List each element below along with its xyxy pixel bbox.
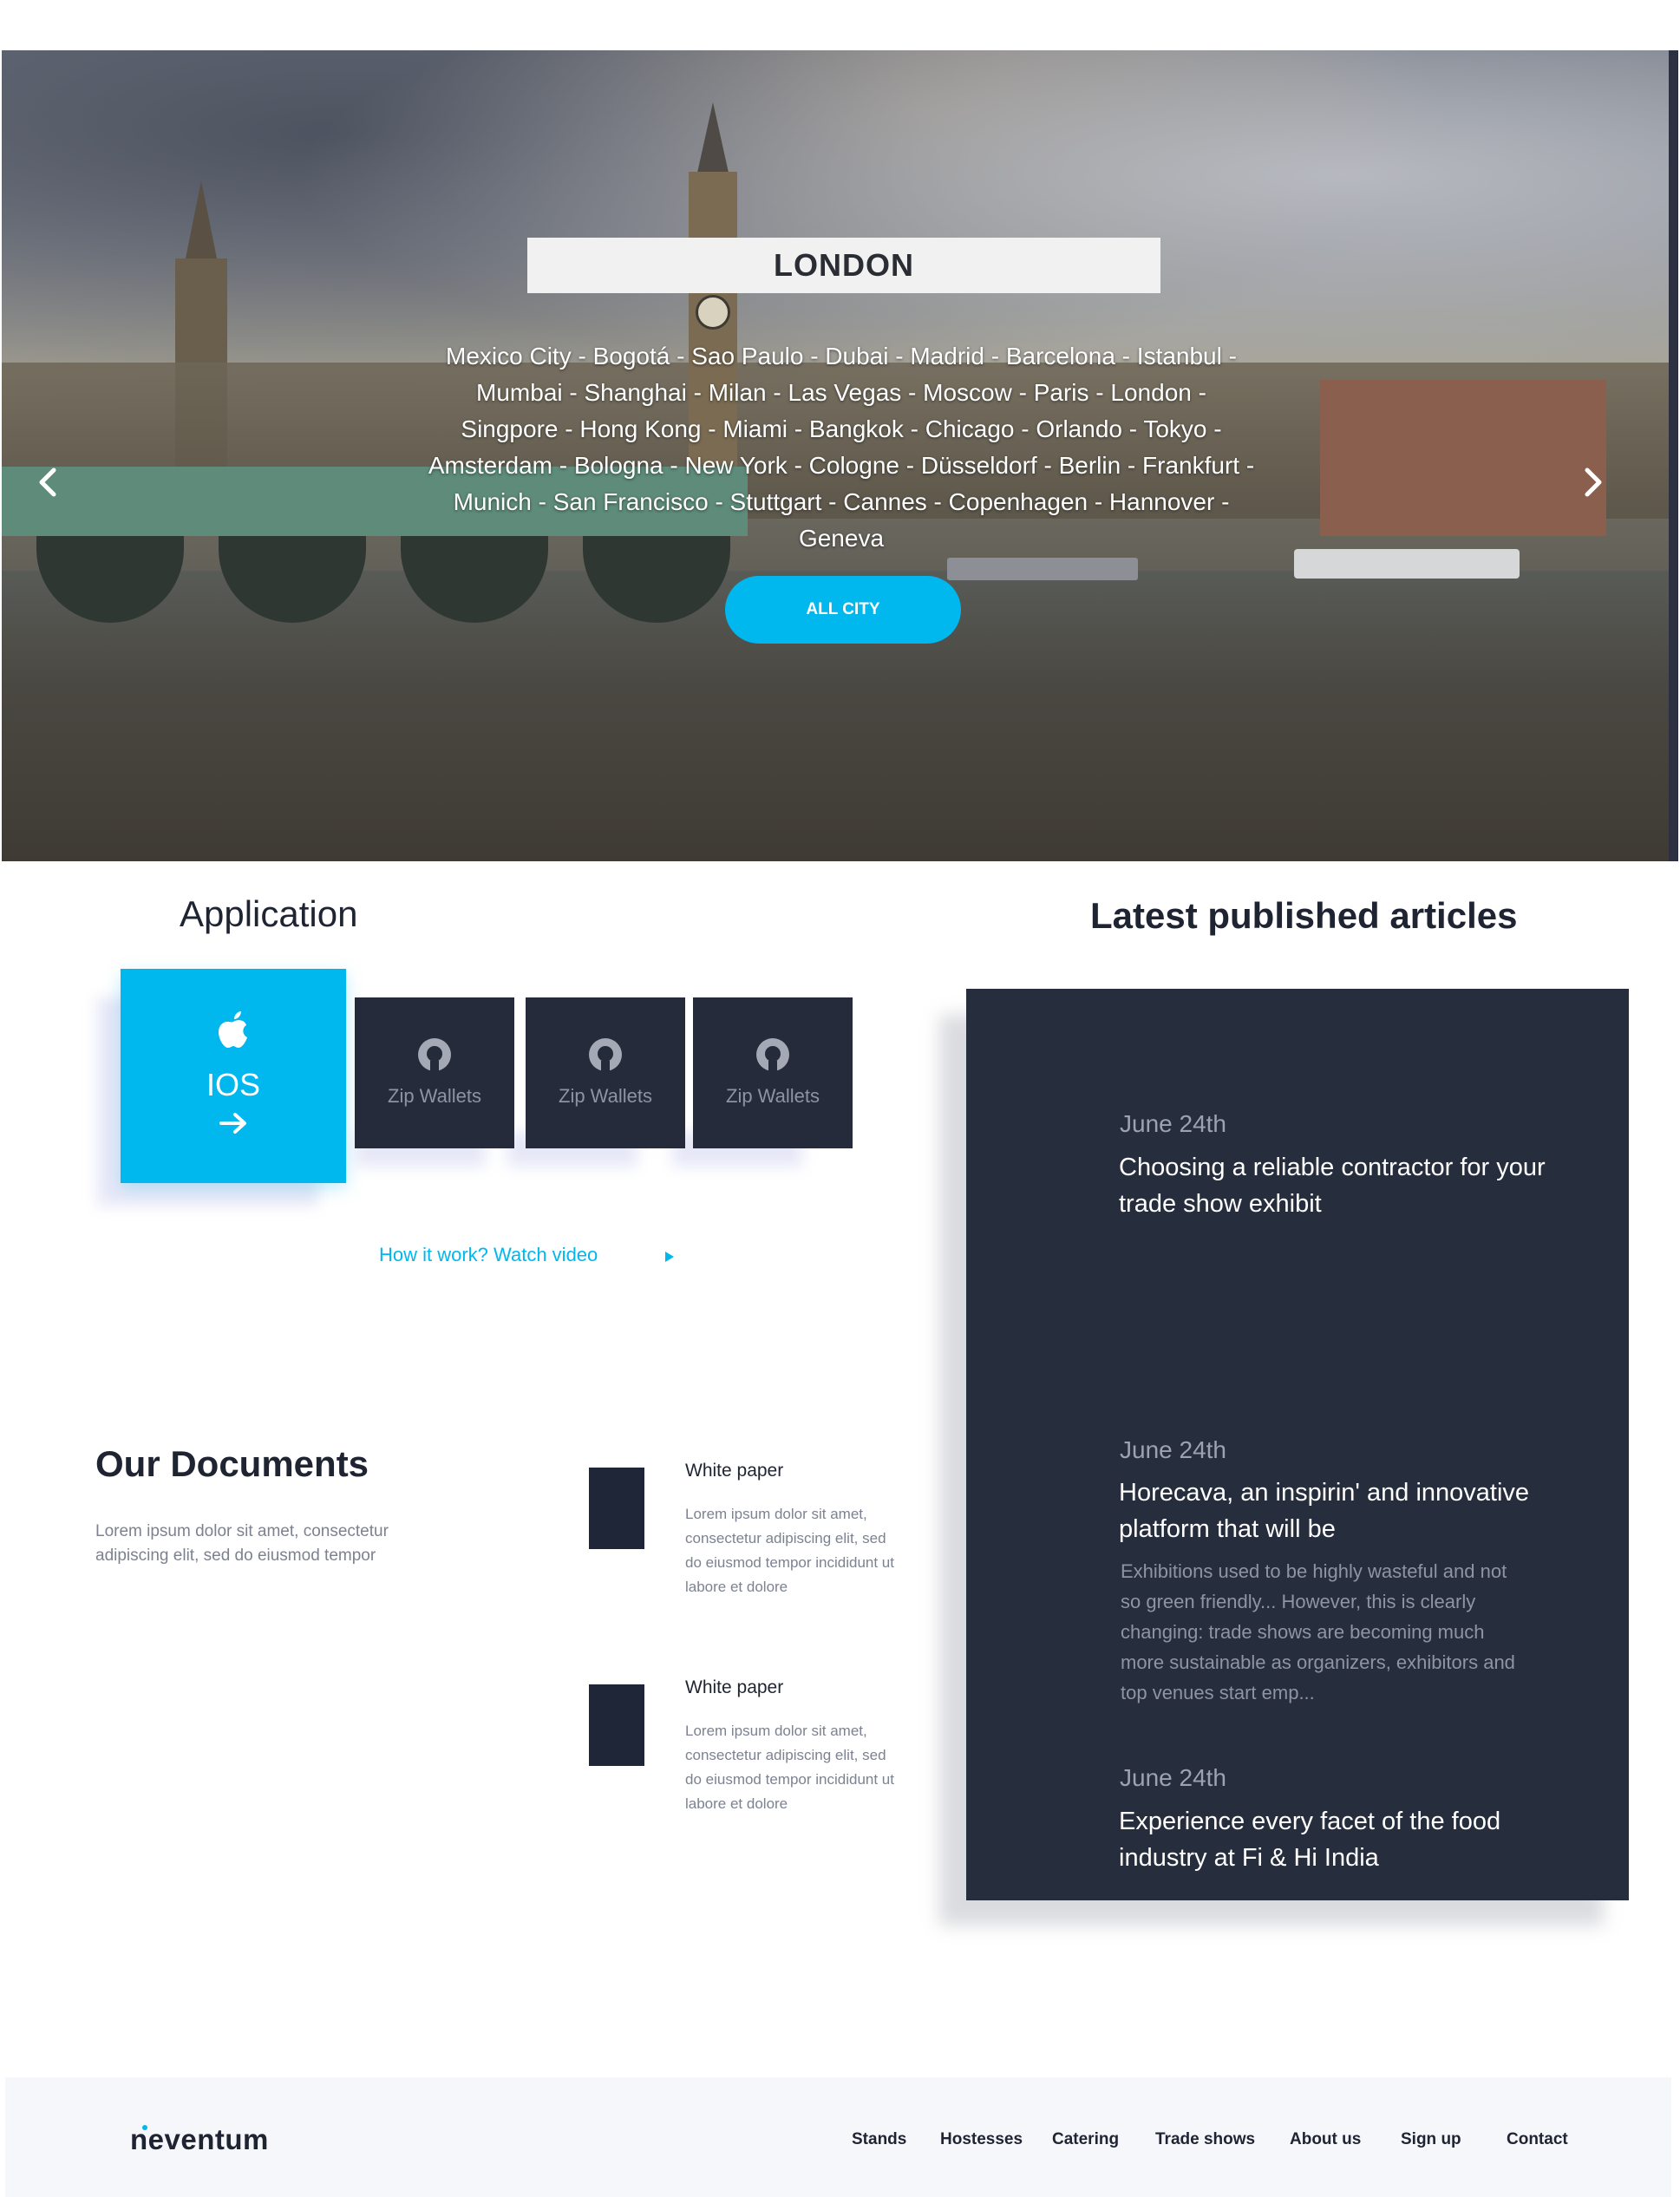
github-icon [589,1038,622,1071]
hero-city-list: Mexico City - Bogotá - Sao Paulo - Dubai… [428,343,1255,552]
chevron-left-icon[interactable] [31,463,66,501]
nav-contact[interactable]: Contact [1507,2130,1568,2149]
documents-heading: Our Documents [95,1443,369,1484]
wallet-label: Zip Wallets [559,1085,652,1107]
article-title[interactable]: Horecava, an inspirin' and innovative pl… [1119,1474,1570,1547]
hero-boat [1294,549,1520,579]
zip-wallets-tile[interactable]: Zip Wallets [526,997,685,1148]
github-icon [756,1038,789,1071]
document-text: Lorem ipsum dolor sit amet, consectetur … [685,1723,894,1812]
zip-wallets-tile[interactable]: Zip Wallets [355,997,514,1148]
nav-about-us[interactable]: About us [1290,2130,1361,2149]
hero-building [1320,380,1606,536]
article-date: June 24th [1120,1764,1226,1791]
hero-clock-face [696,295,730,330]
article-date: June 24th [1120,1436,1226,1463]
neventum-logo[interactable]: neventum [130,2123,269,2156]
hero-tower-roof [696,102,730,180]
nav-catering[interactable]: Catering [1052,2130,1119,2149]
play-icon[interactable] [665,1252,674,1262]
hero-boat [947,558,1138,580]
documents-description: Lorem ipsum dolor sit amet, consectetur … [95,1522,389,1565]
apple-icon [217,1010,250,1053]
document-title[interactable]: White paper [685,1461,783,1481]
chevron-right-icon[interactable] [1575,463,1610,501]
hero-spire-top [184,180,219,267]
article-title[interactable]: Experience every facet of the food indus… [1119,1803,1570,1876]
articles-heading: Latest published articles [1090,895,1518,936]
document-title[interactable]: White paper [685,1677,783,1698]
articles-panel [966,989,1629,1900]
all-city-button[interactable]: ALL CITY [725,576,961,644]
zip-wallets-tile[interactable]: Zip Wallets [693,997,853,1148]
application-heading: Application [180,893,358,934]
ios-app-tile[interactable]: IOS [121,969,346,1183]
arrow-right-icon [219,1108,248,1142]
document-icon[interactable] [589,1684,644,1766]
document-icon[interactable] [589,1468,644,1549]
nav-trade-shows[interactable]: Trade shows [1155,2130,1255,2149]
article-excerpt: Exhibitions used to be highly wasteful a… [1121,1560,1515,1703]
ios-label: IOS [206,1066,260,1102]
wallet-label: Zip Wallets [726,1085,820,1107]
article-date: June 24th [1120,1110,1226,1137]
document-text: Lorem ipsum dolor sit amet, consectetur … [685,1506,894,1595]
article-title[interactable]: Choosing a reliable contractor for your … [1119,1149,1570,1222]
watch-video-link[interactable]: How it work? Watch video [379,1244,598,1266]
logo-accent-dot [142,2125,147,2130]
hero-edge-bar [1669,50,1678,861]
nav-sign-up[interactable]: Sign up [1401,2130,1461,2149]
hero-city-title: LONDON [774,247,914,283]
nav-stands[interactable]: Stands [852,2130,906,2149]
github-icon [418,1038,451,1071]
nav-hostesses[interactable]: Hostesses [940,2130,1023,2149]
hero-title-box: LONDON [527,238,1160,293]
wallet-label: Zip Wallets [388,1085,481,1107]
